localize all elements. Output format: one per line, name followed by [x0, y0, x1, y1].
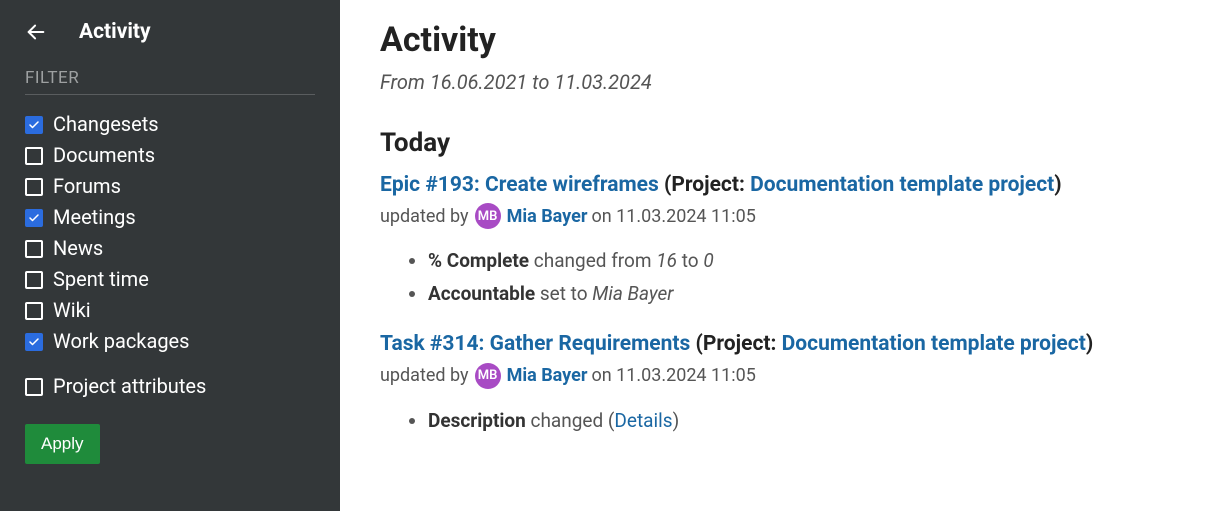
filter-item[interactable]: Meetings [25, 202, 315, 233]
checkbox[interactable] [25, 116, 43, 134]
filter-item[interactable]: Documents [25, 140, 315, 171]
change-value: Mia Bayer [592, 282, 673, 305]
project-link[interactable]: Documentation template project [750, 173, 1054, 197]
change-field: Accountable [428, 282, 535, 305]
sidebar: Activity FILTER ChangesetsDocumentsForum… [0, 0, 340, 511]
page-title: Activity [380, 20, 1175, 60]
filter-item-label: Documents [53, 140, 155, 171]
checkbox[interactable] [25, 378, 43, 396]
range-from: 16.06.2021 [430, 70, 527, 94]
filter-item[interactable]: News [25, 233, 315, 264]
change-from: 16 [656, 249, 677, 272]
range-mid: to [527, 70, 554, 94]
checkbox[interactable] [25, 271, 43, 289]
change-item: Description changed (Details) [428, 409, 1175, 432]
project-suffix: ) [1086, 332, 1093, 356]
range-prefix: From [380, 70, 430, 94]
filter-item-label: Spent time [53, 264, 149, 295]
checkbox[interactable] [25, 178, 43, 196]
filter-group-spacer [25, 357, 315, 371]
date-range: From 16.06.2021 to 11.03.2024 [380, 70, 1175, 94]
filter-item-label: Work packages [53, 326, 189, 357]
filter-item[interactable]: Project attributes [25, 371, 315, 402]
filter-item-label: Wiki [53, 295, 91, 326]
filter-item-label: Meetings [53, 202, 136, 233]
avatar[interactable]: MB [475, 363, 501, 389]
change-item: % Complete changed from 16 to 0 [428, 249, 1175, 272]
entry-title: Task #314: Gather Requirements (Project:… [380, 331, 1175, 358]
change-verb: set to [540, 282, 588, 305]
avatar[interactable]: MB [475, 203, 501, 229]
filter-heading: FILTER [25, 68, 315, 95]
entry-meta: updated by MB Mia Bayeron 11.03.2024 11:05 [380, 203, 1175, 229]
day-heading: Today [380, 128, 1175, 158]
check-icon [28, 212, 40, 224]
filter-list: ChangesetsDocumentsForumsMeetingsNewsSpe… [25, 109, 315, 402]
checkbox[interactable] [25, 333, 43, 351]
activity-entry: Epic #193: Create wireframes (Project: D… [380, 172, 1175, 305]
filter-item-label: Forums [53, 171, 121, 202]
change-field: % Complete [428, 249, 529, 272]
checkbox[interactable] [25, 302, 43, 320]
apply-button[interactable]: Apply [25, 424, 100, 464]
range-to: 11.03.2024 [554, 70, 651, 94]
work-package-link[interactable]: Epic #193: Create wireframes [380, 173, 659, 197]
change-item: Accountable set to Mia Bayer [428, 282, 1175, 305]
sidebar-title: Activity [79, 20, 151, 44]
check-icon [28, 336, 40, 348]
updated-by-label: updated by [380, 365, 469, 386]
checkbox[interactable] [25, 209, 43, 227]
sidebar-header: Activity [25, 20, 315, 44]
change-to: 0 [703, 249, 713, 272]
activity-entries: Epic #193: Create wireframes (Project: D… [380, 172, 1175, 432]
filter-item-label: News [53, 233, 103, 264]
user-link[interactable]: Mia Bayer [507, 206, 588, 227]
filter-item[interactable]: Forums [25, 171, 315, 202]
change-field: Description [428, 409, 526, 432]
filter-item-label: Project attributes [53, 371, 206, 402]
checkbox[interactable] [25, 147, 43, 165]
checkbox[interactable] [25, 240, 43, 258]
entry-timestamp: on 11.03.2024 11:05 [591, 365, 755, 386]
user-link[interactable]: Mia Bayer [507, 365, 588, 386]
check-icon [28, 119, 40, 131]
filter-item[interactable]: Spent time [25, 264, 315, 295]
change-verb: changed from [534, 249, 652, 272]
filter-item[interactable]: Changesets [25, 109, 315, 140]
project-suffix: ) [1054, 173, 1061, 197]
updated-by-label: updated by [380, 206, 469, 227]
filter-item[interactable]: Wiki [25, 295, 315, 326]
activity-entry: Task #314: Gather Requirements (Project:… [380, 331, 1175, 431]
main-content: Activity From 16.06.2021 to 11.03.2024 T… [340, 0, 1215, 511]
project-prefix: (Project: [659, 173, 750, 197]
entry-changes: Description changed (Details) [428, 409, 1175, 432]
back-arrow-icon[interactable] [25, 21, 47, 43]
entry-meta: updated by MB Mia Bayeron 11.03.2024 11:05 [380, 363, 1175, 389]
project-link[interactable]: Documentation template project [782, 332, 1086, 356]
filter-item[interactable]: Work packages [25, 326, 315, 357]
project-prefix: (Project: [690, 332, 781, 356]
details-link[interactable]: Details [614, 409, 672, 432]
change-to-word: to [682, 249, 699, 272]
entry-timestamp: on 11.03.2024 11:05 [591, 206, 755, 227]
change-verb: changed [531, 409, 604, 432]
filter-item-label: Changesets [53, 109, 159, 140]
entry-title: Epic #193: Create wireframes (Project: D… [380, 172, 1175, 199]
work-package-link[interactable]: Task #314: Gather Requirements [380, 332, 690, 356]
entry-changes: % Complete changed from 16 to 0 Accountab… [428, 249, 1175, 305]
